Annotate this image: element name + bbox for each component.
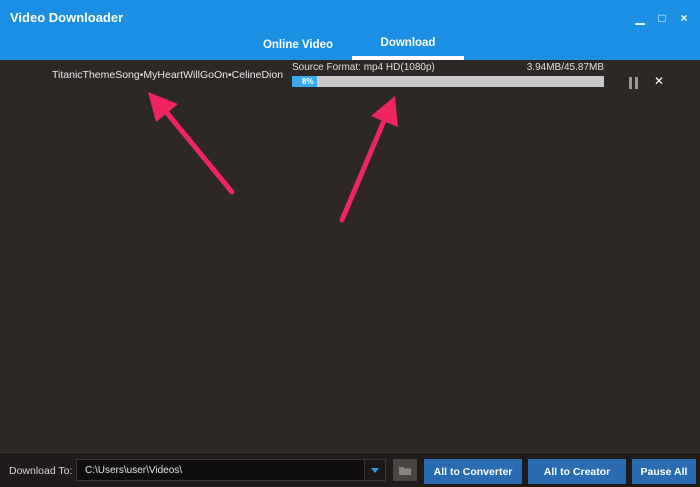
- folder-icon: [399, 466, 411, 475]
- annotation-arrow-left: [148, 92, 235, 195]
- pause-icon[interactable]: [629, 77, 639, 89]
- browse-folder-button[interactable]: [393, 459, 417, 481]
- remove-item-icon[interactable]: ✕: [654, 74, 664, 88]
- video-downloader-window: Video Downloader ▁ □ × Online Video Down…: [0, 0, 700, 487]
- all-to-creator-button[interactable]: All to Creator: [528, 459, 626, 484]
- tab-online-video[interactable]: Online Video: [248, 33, 348, 60]
- bottom-bar: Download To: C:\Users\user\Videos\ All t…: [0, 452, 700, 487]
- tab-download[interactable]: Download: [352, 33, 464, 60]
- minimize-icon[interactable]: ▁: [632, 10, 648, 26]
- title-bar: Video Downloader ▁ □ × Online Video Down…: [0, 0, 700, 60]
- all-to-converter-button[interactable]: All to Converter: [424, 459, 522, 484]
- download-size: 3.94MB/45.87MB: [526, 62, 604, 73]
- maximize-icon[interactable]: □: [654, 10, 670, 26]
- path-dropdown-button[interactable]: [364, 459, 386, 481]
- progress-bar: 8%: [292, 76, 604, 87]
- close-icon[interactable]: ×: [676, 10, 692, 26]
- download-to-label: Download To:: [9, 465, 73, 477]
- pause-all-button[interactable]: Pause All: [632, 459, 696, 484]
- annotation-arrow-right: [339, 96, 398, 223]
- download-path-field[interactable]: C:\Users\user\Videos\: [76, 459, 366, 481]
- progress-label: 8%: [302, 77, 314, 86]
- window-controls: ▁ □ ×: [632, 10, 692, 26]
- chevron-down-icon: [371, 467, 379, 473]
- download-row: TitanicThemeSong•MyHeartWillGoOn•CelineD…: [0, 60, 700, 92]
- video-title: TitanicThemeSong•MyHeartWillGoOn•CelineD…: [52, 69, 284, 81]
- app-title: Video Downloader: [10, 10, 124, 25]
- download-path-value: C:\Users\user\Videos\: [85, 465, 183, 476]
- source-format: Source Format: mp4 HD(1080p): [292, 62, 435, 73]
